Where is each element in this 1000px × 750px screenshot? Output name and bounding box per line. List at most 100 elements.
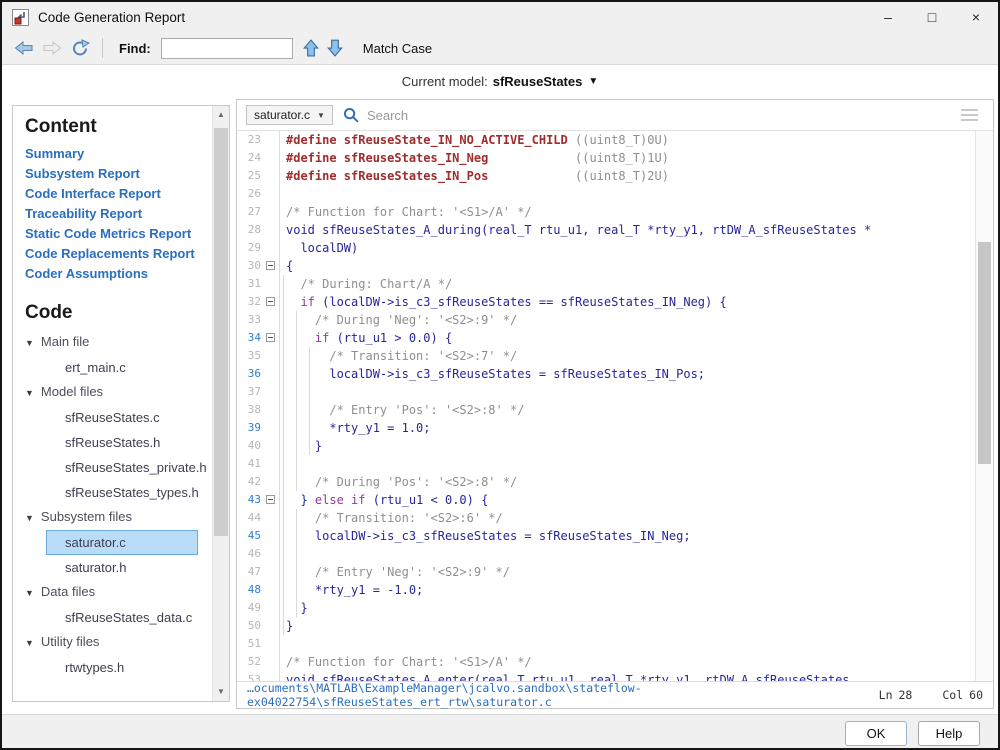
tree-group[interactable]: ▼Model files [25,380,212,405]
tree-file[interactable]: saturator.h [46,555,198,580]
line-number: 44 [237,509,264,527]
fold-scope-line [283,545,284,563]
code-line[interactable]: 39 *rty_y1 = 1.0; [237,419,975,437]
fold-collapse-icon[interactable] [266,333,275,342]
tree-collapse-icon[interactable]: ▼ [25,638,34,648]
fold-scope-line [283,401,284,419]
tree-file[interactable]: sfReuseStates.h [46,430,198,455]
fold-collapse-icon[interactable] [266,495,275,504]
fold-scope-line [296,311,297,329]
tree-group[interactable]: ▼ Utility files [25,630,212,655]
code-text: /* Function for Chart: '<S1>/A' */ [279,203,975,221]
code-line[interactable]: 45 localDW->is_c3_sfReuseStates = sfReus… [237,527,975,545]
code-text: /* Entry 'Pos': '<S2>:8' */ [279,401,975,419]
refresh-button[interactable] [70,39,90,57]
tree-file[interactable]: sfReuseStates_data.c [46,605,198,630]
fold-collapse-icon[interactable] [266,261,275,270]
code-line[interactable]: 43 } else if (rtu_u1 < 0.0) { [237,491,975,509]
fold-scope-line [296,509,297,527]
content-link[interactable]: Code Interface Report [25,184,212,204]
file-selector-dropdown[interactable]: saturator.c ▼ [246,105,333,125]
current-model-dropdown[interactable]: ▼ [588,76,598,87]
fold-scope-line [309,383,310,401]
line-number: 40 [237,437,264,455]
fold-scope-line [296,527,297,545]
code-line: 38 /* Entry 'Pos': '<S2>:8' */ [237,401,975,419]
tree-file[interactable]: sfReuseStates_types.h [46,480,198,505]
code-line: 47 /* Entry 'Neg': '<S2>:9' */ [237,563,975,581]
find-next-button[interactable] [327,39,343,57]
tree-group[interactable]: ▼Subsystem files [25,505,212,530]
code-line: 51 [237,635,975,653]
code-view-panel: saturator.c ▼ Search 23#define sfReuseSt… [236,99,994,709]
fold-column [264,257,279,275]
minimize-button[interactable]: – [866,2,910,32]
line-number[interactable]: 36 [237,365,264,383]
maximize-button[interactable]: □ [910,2,954,32]
close-button[interactable]: × [954,2,998,32]
fold-column [264,563,279,581]
fold-scope-line [283,419,284,437]
code-line: 23#define sfReuseState_IN_NO_ACTIVE_CHIL… [237,131,975,149]
code-text: /* During 'Neg': '<S2>:9' */ [279,311,975,329]
code-line[interactable]: 48 *rty_y1 = -1.0; [237,581,975,599]
code-line: 33 /* During 'Neg': '<S2>:9' */ [237,311,975,329]
content-link[interactable]: Coder Assumptions [25,264,212,284]
fold-column [264,347,279,365]
content-link[interactable]: Traceability Report [25,204,212,224]
content-link[interactable]: Summary [25,144,212,164]
tree-file-selected[interactable]: saturator.c [46,530,198,555]
code-line[interactable]: 36 localDW->is_c3_sfReuseStates = sfReus… [237,365,975,383]
fold-scope-line [283,275,284,293]
tree-collapse-icon[interactable]: ▼ [25,513,34,523]
tree-file[interactable]: ert_main.c [46,355,198,380]
code-scroll-thumb[interactable] [978,242,991,464]
tree-file[interactable]: sfReuseStates_private.h [46,455,198,480]
fold-column [264,293,279,311]
search-icon [343,107,360,124]
fold-scope-line [296,545,297,563]
scroll-up-icon[interactable]: ▲ [213,108,229,122]
help-button[interactable]: Help [918,721,980,746]
tree-file[interactable]: rtwtypes.h [46,655,198,680]
content-link[interactable]: Subsystem Report [25,164,212,184]
line-number[interactable]: 48 [237,581,264,599]
code-line[interactable]: 34 if (rtu_u1 > 0.0) { [237,329,975,347]
line-number[interactable]: 34 [237,329,264,347]
fold-collapse-icon[interactable] [266,297,275,306]
forward-button[interactable] [42,40,62,56]
content-link[interactable]: Code Replacements Report [25,244,212,264]
menu-icon[interactable] [961,109,978,121]
search-input[interactable]: Search [367,108,408,123]
code-scrollbar[interactable] [975,131,993,681]
sidebar-scroll-thumb[interactable] [214,128,228,536]
fold-column [264,149,279,167]
line-number[interactable]: 43 [237,491,264,509]
tree-group-label: Utility files [41,634,100,649]
line-number: 52 [237,653,264,671]
tree-collapse-icon[interactable]: ▼ [25,338,34,348]
code-line: 44 /* Transition: '<S2>:6' */ [237,509,975,527]
back-button[interactable] [14,40,34,56]
scroll-down-icon[interactable]: ▼ [213,685,229,699]
tree-file[interactable]: sfReuseStates.c [46,405,198,430]
find-previous-button[interactable] [303,39,319,57]
fold-scope-line [283,617,284,635]
sidebar-scrollbar[interactable]: ▲ ▼ [212,106,229,701]
line-number: 28 [899,688,913,702]
code-line: 32 if (localDW->is_c3_sfReuseStates == s… [237,293,975,311]
fold-column [264,617,279,635]
tree-group[interactable]: ▼Data files [25,580,212,605]
code-text: if (rtu_u1 > 0.0) { [279,329,975,347]
tree-group[interactable]: ▼Main file [25,330,212,355]
line-number[interactable]: 45 [237,527,264,545]
match-case-toggle[interactable]: Match Case [363,41,432,56]
ok-button[interactable]: OK [845,721,907,746]
find-input[interactable] [161,38,293,59]
content-link[interactable]: Static Code Metrics Report [25,224,212,244]
file-path: …ocuments\MATLAB\ExampleManager\jcalvo.s… [247,681,879,709]
line-number[interactable]: 39 [237,419,264,437]
tree-collapse-icon[interactable]: ▼ [25,588,34,598]
current-model-label: Current model: [402,74,488,89]
tree-collapse-icon[interactable]: ▼ [25,388,34,398]
